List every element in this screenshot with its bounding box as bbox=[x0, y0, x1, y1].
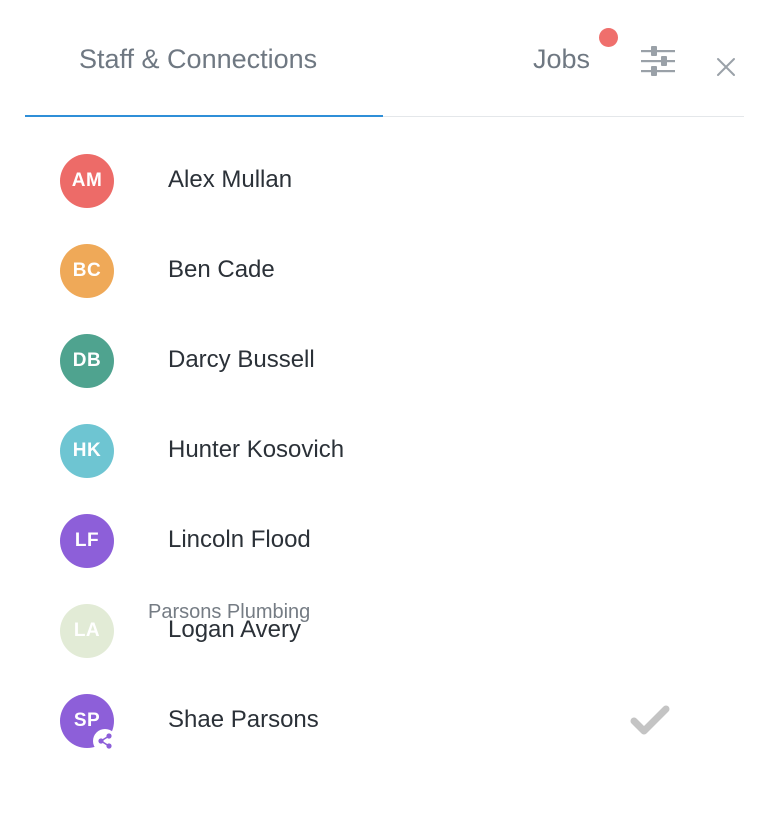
active-tab-indicator bbox=[25, 115, 383, 117]
staff-connections-panel: Staff & Connections Jobs AM Alex Mullan … bbox=[0, 0, 768, 840]
close-icon[interactable] bbox=[714, 55, 738, 79]
avatar: HK bbox=[60, 424, 114, 478]
staff-row-logan-avery[interactable]: LA Logan Avery bbox=[0, 585, 768, 675]
staff-row-alex-mullan[interactable]: AM Alex Mullan bbox=[0, 135, 768, 225]
connection-company: Parsons Plumbing bbox=[148, 601, 311, 623]
staff-row-ben-cade[interactable]: BC Ben Cade bbox=[0, 225, 768, 315]
tab-jobs[interactable]: Jobs bbox=[533, 44, 590, 75]
staff-row-hunter-kosovich[interactable]: HK Hunter Kosovich bbox=[0, 405, 768, 495]
staff-name: Lincoln Flood bbox=[168, 526, 311, 553]
avatar: LF bbox=[60, 514, 114, 568]
panel-header: Staff & Connections Jobs bbox=[0, 0, 768, 118]
avatar: DB bbox=[60, 334, 114, 388]
staff-name: Alex Mullan bbox=[168, 166, 293, 193]
sliders-icon[interactable] bbox=[639, 44, 677, 78]
avatar: AM bbox=[60, 154, 114, 208]
tab-staff-connections[interactable]: Staff & Connections bbox=[79, 44, 317, 75]
staff-row-lincoln-flood[interactable]: LF Lincoln Flood bbox=[0, 495, 768, 585]
staff-name: Ben Cade bbox=[168, 256, 275, 283]
checkmark-icon bbox=[630, 704, 670, 736]
jobs-notification-dot bbox=[599, 28, 618, 47]
staff-name: Hunter Kosovich bbox=[168, 436, 345, 463]
share-icon bbox=[93, 729, 117, 753]
staff-name: Shae Parsons bbox=[168, 706, 319, 733]
staff-row-darcy-bussell[interactable]: DB Darcy Bussell bbox=[0, 315, 768, 405]
avatar: BC bbox=[60, 244, 114, 298]
staff-name: Darcy Bussell bbox=[168, 346, 315, 373]
avatar: LA bbox=[60, 604, 114, 658]
staff-list: AM Alex Mullan BC Ben Cade DB Darcy Buss… bbox=[0, 135, 768, 765]
